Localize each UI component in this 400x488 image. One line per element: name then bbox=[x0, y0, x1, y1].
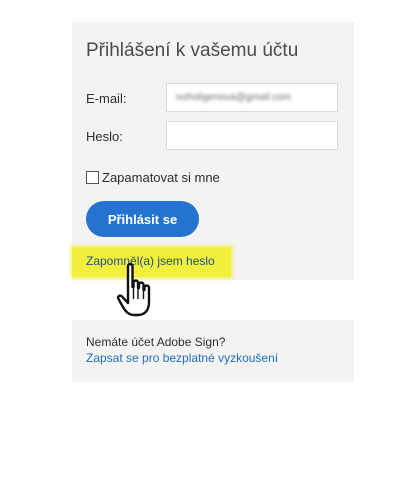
page-title: Přihlášení k vašemu účtu bbox=[86, 40, 299, 61]
login-button[interactable]: Přihlásit se bbox=[86, 201, 199, 237]
remember-label: Zapamatovat si mne bbox=[102, 170, 220, 185]
login-panel: Přihlášení k vašemu účtu E-mail: noholig… bbox=[72, 22, 354, 280]
no-account-text: Nemáte účet Adobe Sign? bbox=[86, 335, 226, 349]
email-field[interactable] bbox=[166, 83, 338, 112]
hand-pointer-icon bbox=[116, 262, 151, 317]
remember-me[interactable]: Zapamatovat si mne bbox=[86, 170, 220, 185]
email-label: E-mail: bbox=[86, 91, 127, 106]
signup-link[interactable]: Zapsat se pro bezplatné vyzkoušení bbox=[86, 351, 278, 365]
remember-checkbox[interactable] bbox=[86, 171, 99, 184]
signup-panel: Nemáte účet Adobe Sign? Zapsat se pro be… bbox=[72, 320, 354, 382]
password-field[interactable] bbox=[166, 121, 338, 150]
password-label: Heslo: bbox=[86, 129, 123, 144]
